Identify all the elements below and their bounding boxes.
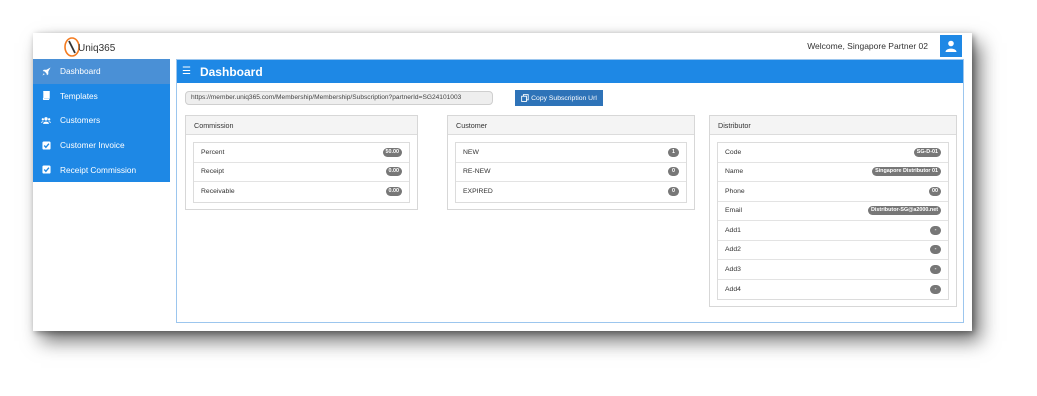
- item-label: Phone: [725, 187, 745, 195]
- hamburger-menu-icon[interactable]: ☰: [182, 66, 191, 77]
- value-badge: 0.00: [385, 187, 402, 197]
- sidebar-item-dashboard[interactable]: Dashboard: [33, 59, 170, 84]
- sidebar-item-customers[interactable]: Customers: [33, 108, 170, 133]
- copy-button-label: Copy Subscription Url: [531, 94, 597, 102]
- top-bar: Uniq365 Welcome, Singapore Partner 02: [33, 33, 972, 59]
- item-label: Email: [725, 207, 742, 215]
- item-label: Percent: [201, 148, 225, 156]
- value-badge: 0: [668, 167, 679, 177]
- commission-list: Percent 50.00 Receipt 0.00 Receivable 0.00: [193, 142, 410, 203]
- main-content: ☰ Dashboard https://member.uniq365.com/M…: [176, 59, 964, 323]
- sidebar-item-label: Dashboard: [60, 66, 101, 77]
- value-badge: SG-D-01: [913, 147, 941, 157]
- checkbox-icon: [41, 140, 51, 150]
- welcome-text: Welcome, Singapore Partner 02: [807, 41, 928, 51]
- value-badge: 1: [668, 147, 679, 157]
- list-item: Receipt 0.00: [194, 163, 409, 182]
- customer-panel: Customer NEW 1 RE-NEW 0 EXPIRED 0: [447, 115, 695, 210]
- panel-title: Commission: [186, 116, 417, 135]
- value-badge: -: [930, 225, 941, 235]
- list-item: Code SG-D-01: [718, 143, 948, 163]
- app-window: Uniq365 Welcome, Singapore Partner 02 Da…: [33, 33, 972, 331]
- list-item: Name Singapore Distributor 01: [718, 163, 948, 182]
- logo[interactable]: Uniq365: [63, 36, 115, 58]
- list-item: Add4 -: [718, 280, 948, 300]
- list-item: Receivable 0.00: [194, 182, 409, 202]
- item-label: Add1: [725, 226, 741, 234]
- distributor-panel: Distributor Code SG-D-01 Name Singapore Di…: [709, 115, 957, 307]
- sidebar-item-templates[interactable]: Templates: [33, 84, 170, 109]
- panel-title: Distributor: [710, 116, 956, 135]
- item-label: RE-NEW: [463, 168, 491, 176]
- sidebar-item-customer-invoice[interactable]: Customer Invoice: [33, 133, 170, 158]
- svg-text:Uniq365: Uniq365: [78, 43, 115, 54]
- panel-title: Customer: [448, 116, 694, 135]
- list-item: Add2 -: [718, 241, 948, 260]
- list-item: Add1 -: [718, 221, 948, 241]
- list-item: Email Distributor-SG@a2000.net: [718, 202, 948, 221]
- sidebar-item-receipt-commission[interactable]: Receipt Commission: [33, 157, 170, 182]
- item-label: Name: [725, 168, 744, 176]
- customer-list: NEW 1 RE-NEW 0 EXPIRED 0: [455, 142, 687, 203]
- value-badge: -: [930, 284, 941, 294]
- value-badge: 0.00: [385, 167, 402, 177]
- item-label: Add2: [725, 246, 741, 254]
- value-badge: 0: [668, 187, 679, 197]
- item-label: NEW: [463, 148, 479, 156]
- item-label: Receivable: [201, 188, 235, 196]
- item-label: Code: [725, 148, 742, 156]
- list-item: NEW 1: [456, 143, 686, 163]
- sidebar-item-label: Templates: [60, 90, 98, 101]
- list-item: Phone 00: [718, 182, 948, 202]
- main-header: ☰ Dashboard: [177, 60, 963, 83]
- subscription-url-field[interactable]: https://member.uniq365.com/Membership/Me…: [185, 91, 493, 105]
- list-item: Percent 50.00: [194, 143, 409, 163]
- distributor-list: Code SG-D-01 Name Singapore Distributor 01…: [717, 142, 949, 300]
- item-label: Receipt: [201, 168, 225, 176]
- list-item: Add3 -: [718, 260, 948, 280]
- value-badge: 50.00: [382, 147, 402, 157]
- page-title: Dashboard: [199, 64, 263, 79]
- copy-subscription-url-button[interactable]: Copy Subscription Url: [515, 90, 603, 106]
- sidebar: Dashboard Templates Customers Customer I…: [33, 59, 170, 182]
- value-badge: Distributor-SG@a2000.net: [868, 206, 941, 216]
- value-badge: -: [930, 264, 941, 274]
- logo-mark: Uniq365: [64, 37, 115, 57]
- value-badge: 00: [929, 186, 941, 196]
- sidebar-item-label: Receipt Commission: [60, 164, 137, 175]
- rocket-icon: [41, 66, 51, 76]
- copy-icon: [521, 94, 529, 102]
- commission-panel: Commission Percent 50.00 Receipt 0.00 Rece…: [185, 115, 418, 210]
- value-badge: -: [930, 245, 941, 255]
- list-item: EXPIRED 0: [456, 182, 686, 202]
- list-item: RE-NEW 0: [456, 163, 686, 182]
- item-label: Add4: [725, 285, 741, 293]
- sidebar-item-label: Customer Invoice: [60, 140, 125, 151]
- user-avatar[interactable]: [940, 35, 962, 57]
- checkbox-icon: [41, 165, 51, 175]
- item-label: EXPIRED: [463, 188, 493, 196]
- user-icon: [945, 40, 957, 52]
- book-icon: [41, 91, 51, 101]
- sidebar-item-label: Customers: [60, 115, 101, 126]
- value-badge: Singapore Distributor 01: [872, 167, 941, 177]
- item-label: Add3: [725, 265, 741, 273]
- users-icon: [41, 115, 51, 125]
